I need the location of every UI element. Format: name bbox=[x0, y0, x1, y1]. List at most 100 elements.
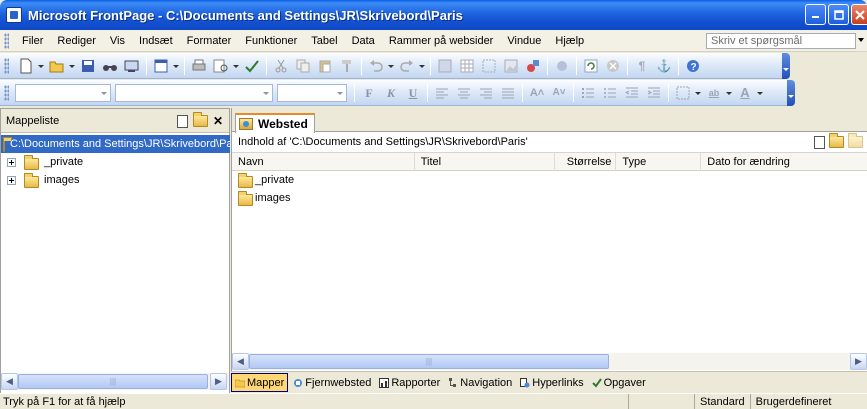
toolbar-options-button[interactable] bbox=[787, 79, 795, 106]
menu-filer[interactable]: Filer bbox=[15, 35, 50, 47]
decrease-indent-icon[interactable] bbox=[624, 85, 640, 101]
view-hyperlinks-button[interactable]: Hyperlinks bbox=[517, 373, 586, 392]
style-select[interactable] bbox=[15, 83, 111, 102]
view-opgaver-button[interactable]: Opgaver bbox=[589, 373, 649, 392]
bold-button[interactable]: F bbox=[361, 85, 377, 101]
new-page-icon[interactable] bbox=[18, 58, 34, 74]
spelling-icon[interactable] bbox=[244, 58, 260, 74]
search-icon[interactable] bbox=[102, 58, 118, 74]
align-center-icon[interactable] bbox=[456, 85, 472, 101]
open-dropdown[interactable] bbox=[68, 58, 75, 74]
expand-icon[interactable] bbox=[7, 175, 16, 185]
font-select[interactable] bbox=[115, 83, 273, 102]
scroll-left-button[interactable]: ◀ bbox=[232, 353, 249, 370]
web-component-icon[interactable] bbox=[437, 58, 453, 74]
close-pane-icon[interactable]: ✕ bbox=[213, 114, 223, 128]
bullets-icon[interactable] bbox=[602, 85, 618, 101]
column-header-navn[interactable]: Navn bbox=[232, 153, 415, 171]
close-button[interactable] bbox=[851, 4, 867, 25]
menu-formater[interactable]: Formater bbox=[180, 35, 239, 47]
menu-tabel[interactable]: Tabel bbox=[304, 35, 344, 47]
file-list-scrollbar[interactable]: ◀ ||| ▶ bbox=[232, 353, 867, 370]
stop-icon[interactable] bbox=[605, 58, 621, 74]
minimize-button[interactable] bbox=[805, 4, 826, 25]
font-color-icon[interactable]: A bbox=[737, 85, 753, 101]
new-dropdown[interactable] bbox=[37, 58, 44, 74]
new-folder-icon[interactable] bbox=[829, 133, 844, 148]
toolbar-options-button[interactable] bbox=[782, 52, 790, 79]
open-folder-icon[interactable] bbox=[49, 58, 65, 74]
publish-web-icon[interactable] bbox=[124, 58, 140, 74]
print-icon[interactable] bbox=[191, 58, 207, 74]
hyperlink-icon[interactable] bbox=[554, 58, 570, 74]
redo-icon[interactable] bbox=[399, 58, 415, 74]
new-folder-icon[interactable] bbox=[192, 112, 208, 127]
preview-icon[interactable] bbox=[213, 58, 229, 74]
new-page-icon[interactable] bbox=[176, 114, 188, 128]
paste-icon[interactable] bbox=[317, 58, 333, 74]
copy-icon[interactable] bbox=[295, 58, 311, 74]
view-rapporter-button[interactable]: Rapporter bbox=[376, 373, 443, 392]
save-icon[interactable] bbox=[80, 58, 96, 74]
toggle-pane-dropdown[interactable] bbox=[172, 58, 179, 74]
numbering-icon[interactable] bbox=[580, 85, 596, 101]
refresh-icon[interactable] bbox=[583, 58, 599, 74]
align-right-icon[interactable] bbox=[478, 85, 494, 101]
new-page-icon[interactable] bbox=[814, 136, 825, 149]
show-formatting-icon[interactable]: ¶ bbox=[634, 58, 650, 74]
anchor-icon[interactable]: ⚓ bbox=[656, 58, 672, 74]
tree-root-folder[interactable]: C:\Documents and Settings\JR\Skrivebord\… bbox=[1, 135, 230, 153]
expand-icon[interactable] bbox=[7, 157, 16, 167]
undo-dropdown[interactable] bbox=[387, 58, 394, 74]
title-bar[interactable]: Microsoft FrontPage - C:\Documents and S… bbox=[0, 0, 867, 30]
column-header-dato[interactable]: Dato for ændring bbox=[701, 153, 867, 171]
menubar-grip[interactable] bbox=[4, 32, 9, 49]
ask-question-dropdown-icon[interactable] bbox=[858, 38, 864, 42]
justify-icon[interactable] bbox=[500, 85, 516, 101]
menu-rediger[interactable]: Rediger bbox=[50, 35, 103, 47]
toolbar-grip[interactable] bbox=[4, 57, 9, 74]
file-row[interactable]: _private bbox=[232, 171, 867, 189]
drawing-icon[interactable] bbox=[525, 58, 541, 74]
italic-button[interactable]: K bbox=[383, 85, 399, 101]
scroll-left-button[interactable]: ◀ bbox=[1, 373, 18, 390]
tree-item-images[interactable]: images bbox=[1, 171, 229, 189]
redo-dropdown[interactable] bbox=[418, 58, 425, 74]
column-header-storrelse[interactable]: Størrelse bbox=[555, 153, 617, 171]
borders-icon[interactable] bbox=[675, 85, 691, 101]
toolbar-grip[interactable] bbox=[4, 84, 9, 101]
borders-dropdown[interactable] bbox=[694, 85, 701, 101]
scroll-thumb[interactable]: ||| bbox=[18, 374, 208, 389]
column-header-type[interactable]: Type bbox=[616, 153, 702, 171]
column-header-titel[interactable]: Titel bbox=[415, 153, 556, 171]
menu-rammer[interactable]: Rammer på websider bbox=[382, 35, 501, 47]
frontpage-app-icon[interactable] bbox=[6, 7, 22, 23]
increase-indent-icon[interactable] bbox=[646, 85, 662, 101]
tree-item-private[interactable]: _private bbox=[1, 153, 229, 171]
menu-vindue[interactable]: Vindue bbox=[500, 35, 548, 47]
highlight-dropdown[interactable] bbox=[725, 85, 732, 101]
scroll-thumb[interactable]: ||| bbox=[249, 354, 609, 369]
maximize-button[interactable] bbox=[828, 4, 849, 25]
decrease-font-icon[interactable]: A˅ bbox=[551, 85, 567, 101]
menu-data[interactable]: Data bbox=[345, 35, 382, 47]
ask-question-input[interactable]: Skriv et spørgsmål bbox=[706, 33, 856, 49]
highlight-icon[interactable]: ab bbox=[706, 85, 722, 101]
increase-font-icon[interactable]: A˄ bbox=[529, 85, 545, 101]
font-color-dropdown[interactable] bbox=[756, 85, 763, 101]
toggle-pane-icon[interactable] bbox=[153, 58, 169, 74]
up-folder-icon[interactable] bbox=[848, 133, 863, 148]
view-fjernwebsted-button[interactable]: Fjernwebsted bbox=[290, 373, 374, 392]
menu-indsaet[interactable]: Indsæt bbox=[132, 35, 180, 47]
scroll-right-button[interactable]: ▶ bbox=[210, 373, 227, 390]
format-painter-icon[interactable] bbox=[339, 58, 355, 74]
tab-websted[interactable]: Websted bbox=[235, 113, 315, 133]
menu-hjaelp[interactable]: Hjælp bbox=[548, 35, 591, 47]
folder-pane-scrollbar[interactable]: ◀ ||| ▶ bbox=[1, 373, 229, 390]
view-mapper-button[interactable]: Mapper bbox=[231, 373, 289, 392]
file-row[interactable]: images bbox=[232, 189, 867, 207]
preview-dropdown[interactable] bbox=[232, 58, 239, 74]
insert-picture-icon[interactable] bbox=[503, 58, 519, 74]
underline-button[interactable]: U bbox=[405, 85, 421, 101]
font-size-select[interactable] bbox=[277, 83, 347, 102]
